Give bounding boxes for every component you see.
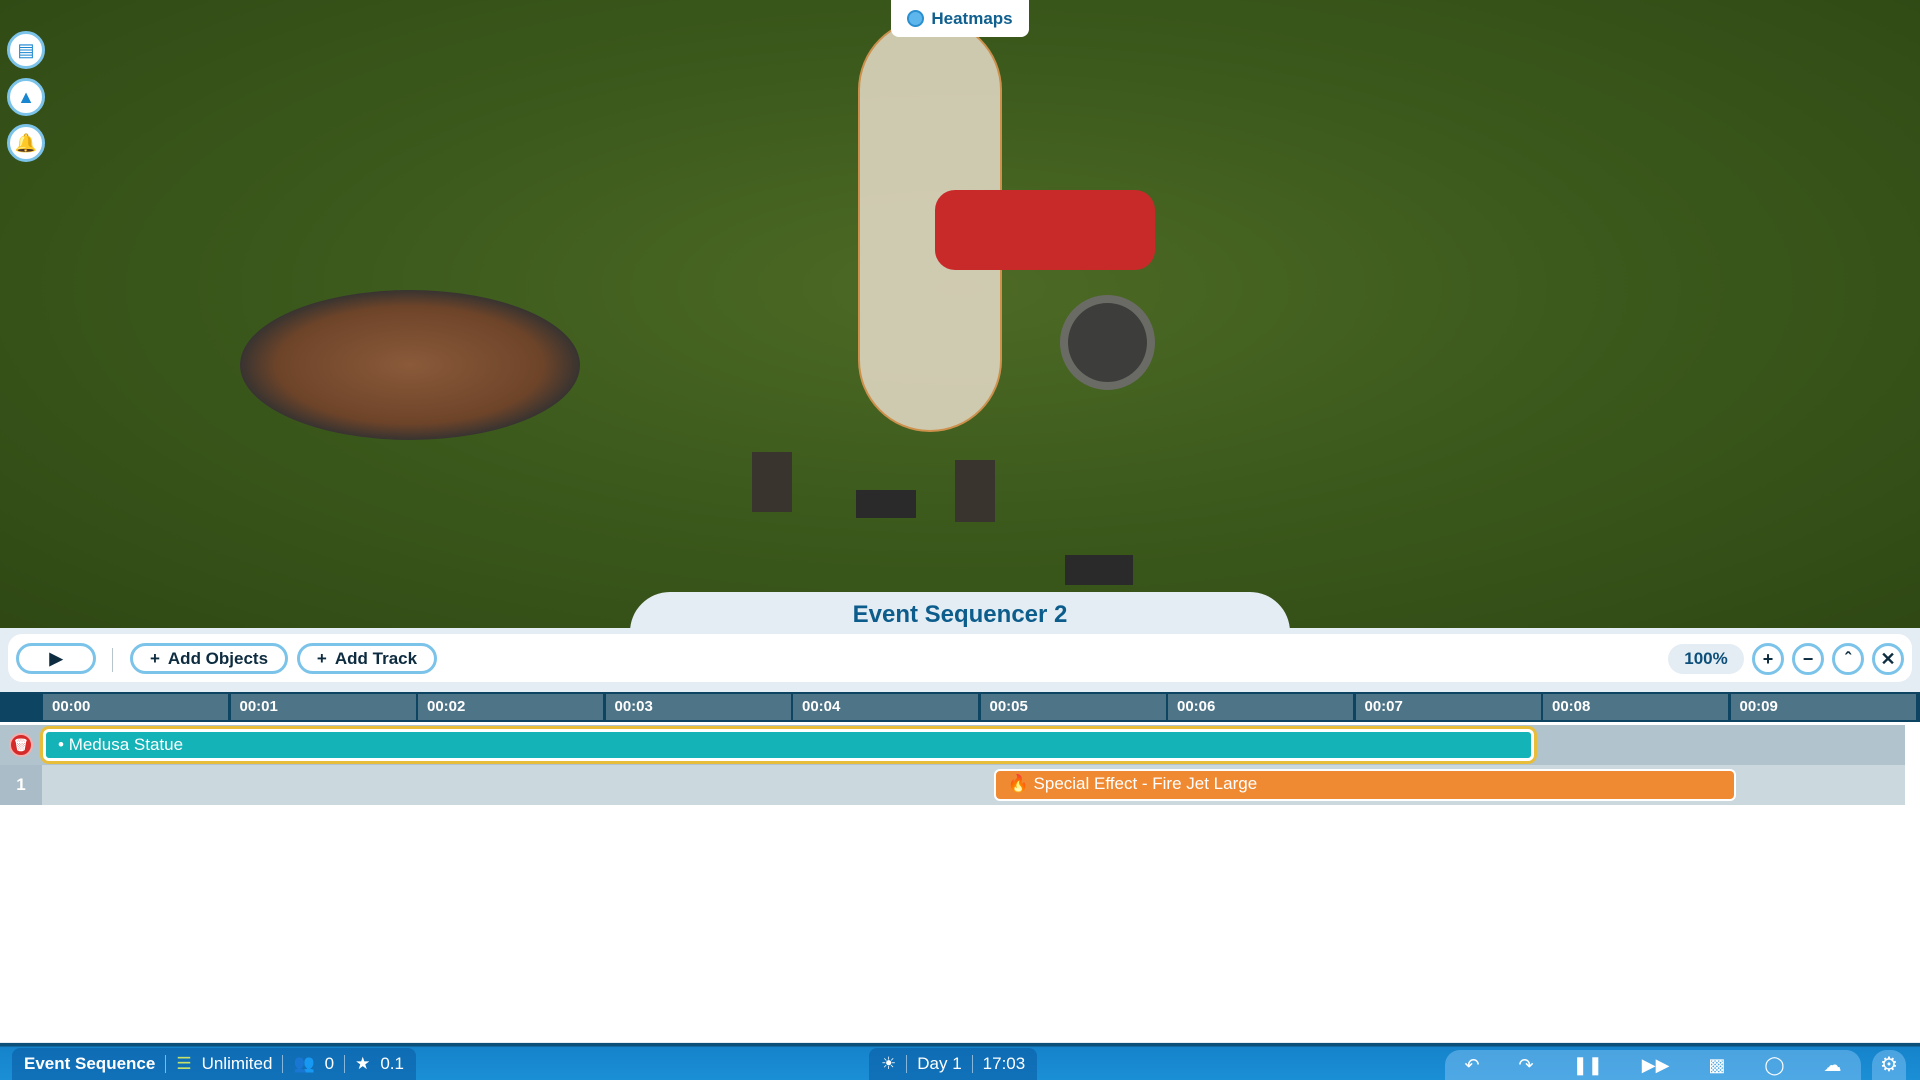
heatmaps-icon [907, 10, 925, 27]
game-controls: ↶ ↷ ❚❚ ▶▶ ▩ ◯ ☁ [1445, 1050, 1861, 1080]
bell-icon[interactable]: 🔔 [7, 124, 45, 162]
day-value: Day 1 [917, 1054, 962, 1073]
person-icon: • [58, 735, 69, 754]
add-track-label: Add Track [334, 648, 418, 668]
delete-track-button[interactable]: 🗑 [0, 725, 42, 765]
close-icon: ✕ [1880, 648, 1896, 669]
ruler-tick: 00:04 [793, 694, 978, 720]
clipboard-icon[interactable]: ▤ [7, 31, 45, 69]
heatmaps-button[interactable]: Heatmaps [891, 0, 1029, 37]
money-value: Unlimited [201, 1054, 273, 1073]
status-left: Event Sequence ☰ Unlimited 👥 0 ★ 0.1 [12, 1048, 416, 1080]
zoom-out-button[interactable]: − [1792, 643, 1824, 675]
speaker-right [955, 460, 995, 522]
dj-deck-2 [1065, 555, 1133, 585]
pause-icon[interactable]: ❚❚ [1573, 1055, 1603, 1076]
add-objects-button[interactable]: + Add Objects [130, 643, 288, 674]
clip-fire-jet[interactable]: 🔥 Special Effect - Fire Jet Large [993, 769, 1737, 801]
ruler-tick: 00:00 [43, 694, 228, 720]
camera-off-icon[interactable]: ▩ [1708, 1055, 1725, 1076]
play-icon: ▶ [49, 648, 63, 668]
redo-icon[interactable]: ↷ [1519, 1055, 1534, 1076]
fan-prop [1060, 295, 1155, 390]
guests-icon: 👥 [293, 1054, 315, 1073]
ruler-tick: 00:07 [1355, 694, 1541, 720]
time-ruler[interactable]: 00:00 00:01 00:02 00:03 00:04 00:05 00:06 00:07… [0, 692, 1920, 722]
collapse-button[interactable]: ˆ [1832, 643, 1864, 675]
dj-deck [856, 490, 916, 518]
sequencer-toolbar [8, 634, 1912, 682]
carousel-platform [240, 290, 580, 440]
undo-icon[interactable]: ↶ [1464, 1055, 1479, 1076]
buggy-car [935, 190, 1155, 270]
plus-icon: + [149, 648, 160, 668]
clip-label: Special Effect - Fire Jet Large [1033, 774, 1258, 793]
timeline: 00:00 00:01 00:02 00:03 00:04 00:05 00:06 00:07… [0, 692, 1920, 1042]
settings-gear-icon[interactable]: ⚙ [1872, 1050, 1906, 1080]
add-track-button[interactable]: + Add Track [297, 643, 437, 674]
fire-icon: 🔥 [1007, 774, 1029, 793]
minus-icon: − [1802, 648, 1814, 669]
zoom-level: 100% [1668, 644, 1744, 674]
sun-icon: ☀ [881, 1054, 897, 1073]
rating-value: 0.1 [380, 1054, 404, 1073]
guests-value: 0 [324, 1054, 335, 1073]
clip-label: Medusa Statue [68, 735, 184, 754]
sequencer-title: Event Sequencer 2 [630, 592, 1290, 632]
toolbar-divider [112, 648, 113, 672]
ruler-tick: 00:06 [1168, 694, 1353, 720]
money-icon: ☰ [176, 1054, 192, 1073]
track-number: 1 [0, 765, 42, 805]
ruler-tick: 00:09 [1730, 694, 1916, 720]
terrain-add-icon[interactable]: ▲ [7, 78, 45, 116]
ruler-tick: 00:03 [605, 694, 791, 720]
speaker-left [752, 452, 792, 512]
ruler-tick: 00:08 [1543, 694, 1728, 720]
chevron-up-icon: ˆ [1845, 648, 1851, 669]
clip-medusa-statue[interactable]: • Medusa Statue [43, 729, 1534, 761]
ruler-tick: 00:05 [980, 694, 1166, 720]
track-row: 🗑 • Medusa Statue [0, 725, 1905, 765]
ruler-tick: 00:01 [230, 694, 416, 720]
add-objects-label: Add Objects [167, 648, 269, 668]
play-button[interactable]: ▶ [16, 643, 96, 674]
weather-icon[interactable]: ☁ [1824, 1055, 1842, 1076]
fast-forward-icon[interactable]: ▶▶ [1642, 1055, 1670, 1076]
ruler-tick: 00:02 [418, 694, 603, 720]
close-button[interactable]: ✕ [1872, 643, 1904, 675]
plus-icon: + [316, 648, 327, 668]
plus-icon: + [1762, 648, 1774, 669]
track-row: 1 🔥 Special Effect - Fire Jet Large [0, 765, 1905, 805]
status-time: ☀ Day 1 17:03 [869, 1048, 1038, 1080]
heatmaps-label: Heatmaps [931, 8, 1013, 28]
globe-icon[interactable]: ◯ [1764, 1055, 1784, 1076]
mode-label: Event Sequence [24, 1054, 156, 1073]
star-icon: ★ [355, 1054, 371, 1073]
3d-viewport[interactable] [0, 0, 1920, 640]
time-value: 17:03 [982, 1054, 1026, 1073]
zoom-in-button[interactable]: + [1752, 643, 1784, 675]
trash-icon: 🗑 [9, 733, 33, 757]
